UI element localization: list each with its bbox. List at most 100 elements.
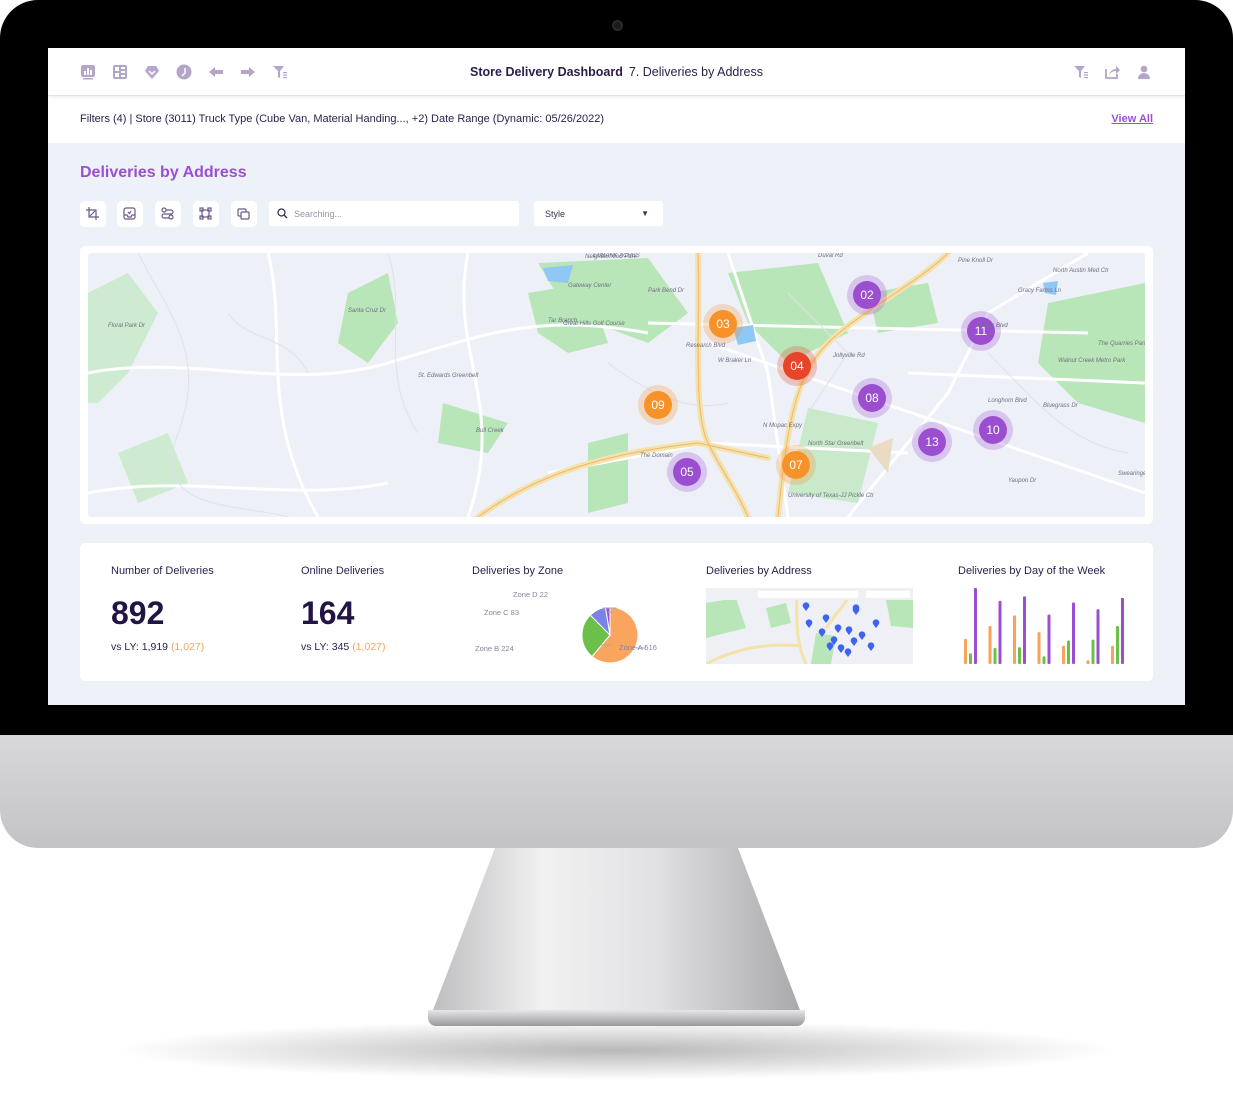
cluster-count: 05 [673, 458, 701, 486]
pie-label-zone-a: Zone A 516 [619, 643, 657, 652]
map-street-label: Swearingen Dr [1118, 471, 1145, 477]
map-street-label: Duval Rd [818, 253, 843, 259]
select-area-button[interactable] [193, 201, 219, 227]
map-cluster-marker[interactable]: 10 [973, 410, 1013, 450]
zone-pie-chart[interactable] [470, 588, 670, 678]
kpi-vs-ly: vs LY: 345 [301, 641, 350, 653]
map-street-label: Longhorn Blvd [988, 398, 1027, 404]
map-cluster-marker[interactable]: 08 [852, 378, 892, 418]
map-pin-icon[interactable] [805, 619, 813, 628]
section-title: Deliveries by Address [80, 164, 247, 181]
map-street-label: Yaupon Dr [1008, 478, 1037, 484]
bar-day-2-series-1[interactable] [988, 626, 992, 664]
map-street-label: Metric Blvd [978, 323, 1008, 329]
kpi-comparison: vs LY: 1,919 (1,027) [111, 641, 204, 653]
delivery-map[interactable]: 02 03 04 09 08 11 10 13 07 05 Duval Rd W Braker Ln N… [88, 253, 1145, 517]
view-all-link[interactable]: View All [1111, 113, 1153, 125]
map-cluster-marker[interactable]: 04 [777, 346, 817, 386]
bar-day-5-series-1[interactable] [1062, 645, 1065, 664]
pie-label-zone-b: Zone B 224 [475, 644, 514, 653]
cluster-count: 10 [979, 416, 1007, 444]
bar-day-2-series-2[interactable] [993, 648, 997, 664]
map-base [88, 253, 1145, 517]
map-cluster-marker[interactable]: 09 [638, 385, 678, 425]
kpi-value: 164 [301, 595, 355, 631]
address-map-thumbnail[interactable] [706, 588, 913, 664]
map-cluster-marker[interactable]: 03 [703, 304, 743, 344]
share-icon[interactable] [1104, 64, 1120, 80]
monitor-chin [0, 735, 1233, 848]
map-pin-icon[interactable] [802, 602, 810, 611]
filter-summary[interactable]: Filters (4) | Store (3011) Truck Type (C… [80, 113, 604, 125]
report-title: 7. Deliveries by Address [628, 65, 763, 79]
bar-day-6-series-3[interactable] [1096, 609, 1100, 664]
map-pin-icon[interactable] [834, 624, 842, 633]
map-pin-icon[interactable] [867, 642, 875, 651]
map-street-label: St. Edwards Greenbelt [418, 373, 479, 379]
map-search-input[interactable]: Searching... [269, 201, 519, 226]
bar-day-3-series-3[interactable] [1023, 596, 1026, 664]
map-pin-icon[interactable] [850, 637, 858, 646]
bar-day-4-series-2[interactable] [1042, 656, 1046, 664]
map-pin-icon[interactable] [852, 606, 860, 615]
map-street-label: Walnut Creek Metro Park [1058, 358, 1126, 364]
map-pin-icon[interactable] [844, 648, 852, 657]
map-pin-icon[interactable] [837, 644, 845, 653]
map-street-label: Great Hills Golf Course [563, 321, 625, 327]
kpi-delta: (1,027) [352, 641, 386, 653]
map-street-label: W Braker Ln [718, 358, 752, 364]
pie-label-zone-c: Zone C 83 [484, 608, 520, 617]
monitor-stand [430, 848, 803, 1018]
kpi-title: Number of Deliveries [111, 565, 214, 577]
crop-tool-button[interactable] [80, 201, 106, 227]
page-header-title: Store Delivery Dashboard 7. Deliveries by… [48, 65, 1185, 79]
map-pin-icon[interactable] [858, 631, 866, 640]
bar-day-1-series-2[interactable] [969, 653, 972, 664]
user-icon[interactable] [1136, 64, 1152, 80]
cluster-count: 04 [783, 352, 811, 380]
map-cluster-marker[interactable]: 02 [847, 275, 887, 315]
address-widget-title: Deliveries by Address [706, 565, 812, 577]
bar-day-3-series-1[interactable] [1013, 615, 1016, 664]
bar-day-6-series-1[interactable] [1086, 660, 1090, 664]
map-cluster-marker[interactable]: 07 [776, 445, 816, 485]
map-cluster-marker[interactable]: 05 [667, 452, 707, 492]
route-tool-button[interactable] [155, 201, 181, 227]
bar-day-1-series-1[interactable] [964, 638, 967, 664]
stand-shadow [110, 1020, 1120, 1080]
map-pin-icon[interactable] [845, 626, 853, 635]
bar-day-7-series-2[interactable] [1116, 626, 1119, 664]
bar-day-1-series-3[interactable] [974, 588, 977, 664]
bar-day-5-series-3[interactable] [1072, 602, 1075, 664]
style-dropdown[interactable]: Style ▼ [534, 201, 663, 226]
map-street-label: Gateway Center [568, 283, 612, 289]
bar-day-4-series-1[interactable] [1037, 632, 1041, 664]
map-cluster-marker[interactable]: 11 [961, 311, 1001, 351]
map-street-label: Santa Cruz Dr [348, 308, 387, 314]
bar-day-5-series-2[interactable] [1067, 640, 1070, 664]
bar-day-7-series-3[interactable] [1121, 597, 1124, 664]
cluster-count: 03 [709, 310, 737, 338]
map-street-label: Park Bend Dr [648, 288, 685, 294]
map-street-label: The Domain [640, 453, 673, 459]
map-cluster-marker[interactable]: 13 [912, 422, 952, 462]
bar-day-6-series-2[interactable] [1091, 639, 1095, 664]
map-street-label: Gracy Farms Ln [1018, 288, 1062, 294]
filter-icon[interactable] [1073, 64, 1089, 80]
bar-day-4-series-3[interactable] [1047, 614, 1051, 664]
top-bar: Store Delivery Dashboard 7. Deliveries by… [48, 48, 1185, 95]
image-tool-button[interactable] [117, 201, 143, 227]
map-pin-icon[interactable] [872, 619, 880, 628]
day-chart-title: Deliveries by Day of the Week [958, 565, 1106, 577]
map-street-label: The Quarries Park [1098, 341, 1145, 347]
map-street-label: North Austin Med Ctr [1053, 268, 1109, 274]
bar-day-2-series-3[interactable] [998, 600, 1002, 664]
map-street-label: Floral Park Dr [108, 323, 146, 329]
zone-chart-title: Deliveries by Zone [472, 565, 564, 577]
cluster-count: 08 [858, 384, 886, 412]
layers-button[interactable] [231, 201, 257, 227]
day-of-week-bar-chart[interactable] [954, 585, 1124, 665]
map-pin-icon[interactable] [822, 614, 830, 623]
bar-day-7-series-1[interactable] [1111, 645, 1114, 664]
bar-day-3-series-2[interactable] [1018, 647, 1021, 664]
